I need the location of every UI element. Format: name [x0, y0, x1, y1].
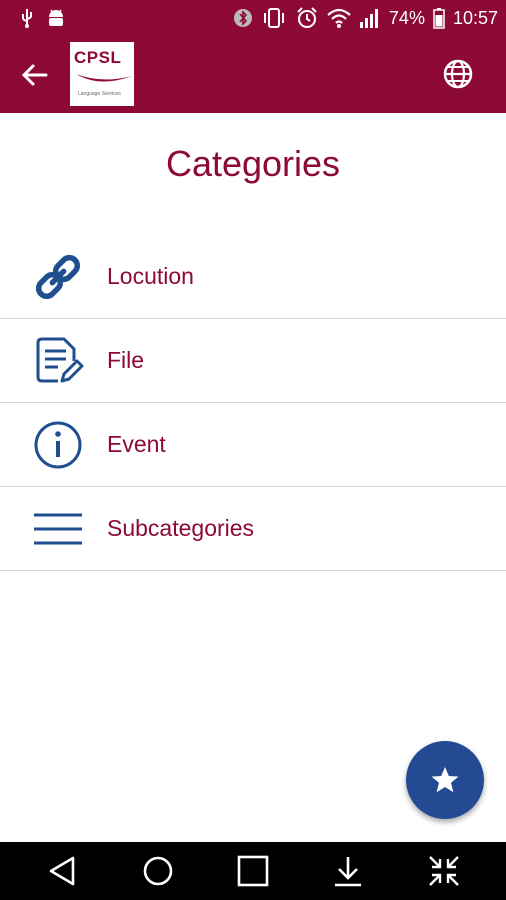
category-row-locution[interactable]: Locution: [0, 235, 506, 319]
battery-percent: 74%: [388, 8, 425, 28]
clock: 10:57: [452, 8, 498, 28]
menu-icon: [34, 513, 82, 545]
globe-icon[interactable]: [441, 57, 475, 91]
nav-home-icon[interactable]: [141, 854, 175, 888]
back-arrow-icon[interactable]: [18, 58, 52, 92]
categories-list: Locution File Event Subcategories: [0, 235, 506, 571]
category-label: File: [107, 347, 145, 373]
favorites-fab-button[interactable]: [406, 741, 484, 819]
logo: CPSL Language Services: [70, 42, 134, 106]
vibrate-icon: [263, 8, 284, 28]
app-bar: CPSL Language Services: [0, 37, 506, 113]
page-title: Categories: [165, 143, 341, 184]
signal-icon: [359, 9, 378, 28]
status-bar: 74% 10:57: [0, 0, 506, 37]
battery-icon: [433, 8, 445, 29]
star-icon: [431, 767, 459, 793]
info-icon: [34, 421, 82, 469]
link-icon: [35, 254, 81, 300]
nav-back-icon[interactable]: [46, 854, 80, 888]
alarm-icon: [297, 7, 317, 28]
category-label: Subcategories: [107, 515, 255, 541]
nav-minimize-icon[interactable]: [427, 854, 461, 888]
usb-icon: [22, 9, 32, 28]
android-icon: [49, 9, 63, 26]
system-nav-bar: [0, 842, 506, 900]
category-row-file[interactable]: File: [0, 319, 506, 403]
nav-recents-icon[interactable]: [236, 854, 270, 888]
logo-subtext: Language Services: [78, 91, 121, 97]
category-label: Locution: [107, 263, 194, 289]
document-edit-icon: [36, 337, 84, 383]
nav-notifications-down-icon[interactable]: [331, 854, 365, 888]
bluetooth-icon: [233, 9, 252, 27]
category-row-subcategories[interactable]: Subcategories: [0, 487, 506, 571]
category-label: Event: [107, 431, 166, 457]
wifi-icon: [327, 8, 351, 28]
category-row-event[interactable]: Event: [0, 403, 506, 487]
